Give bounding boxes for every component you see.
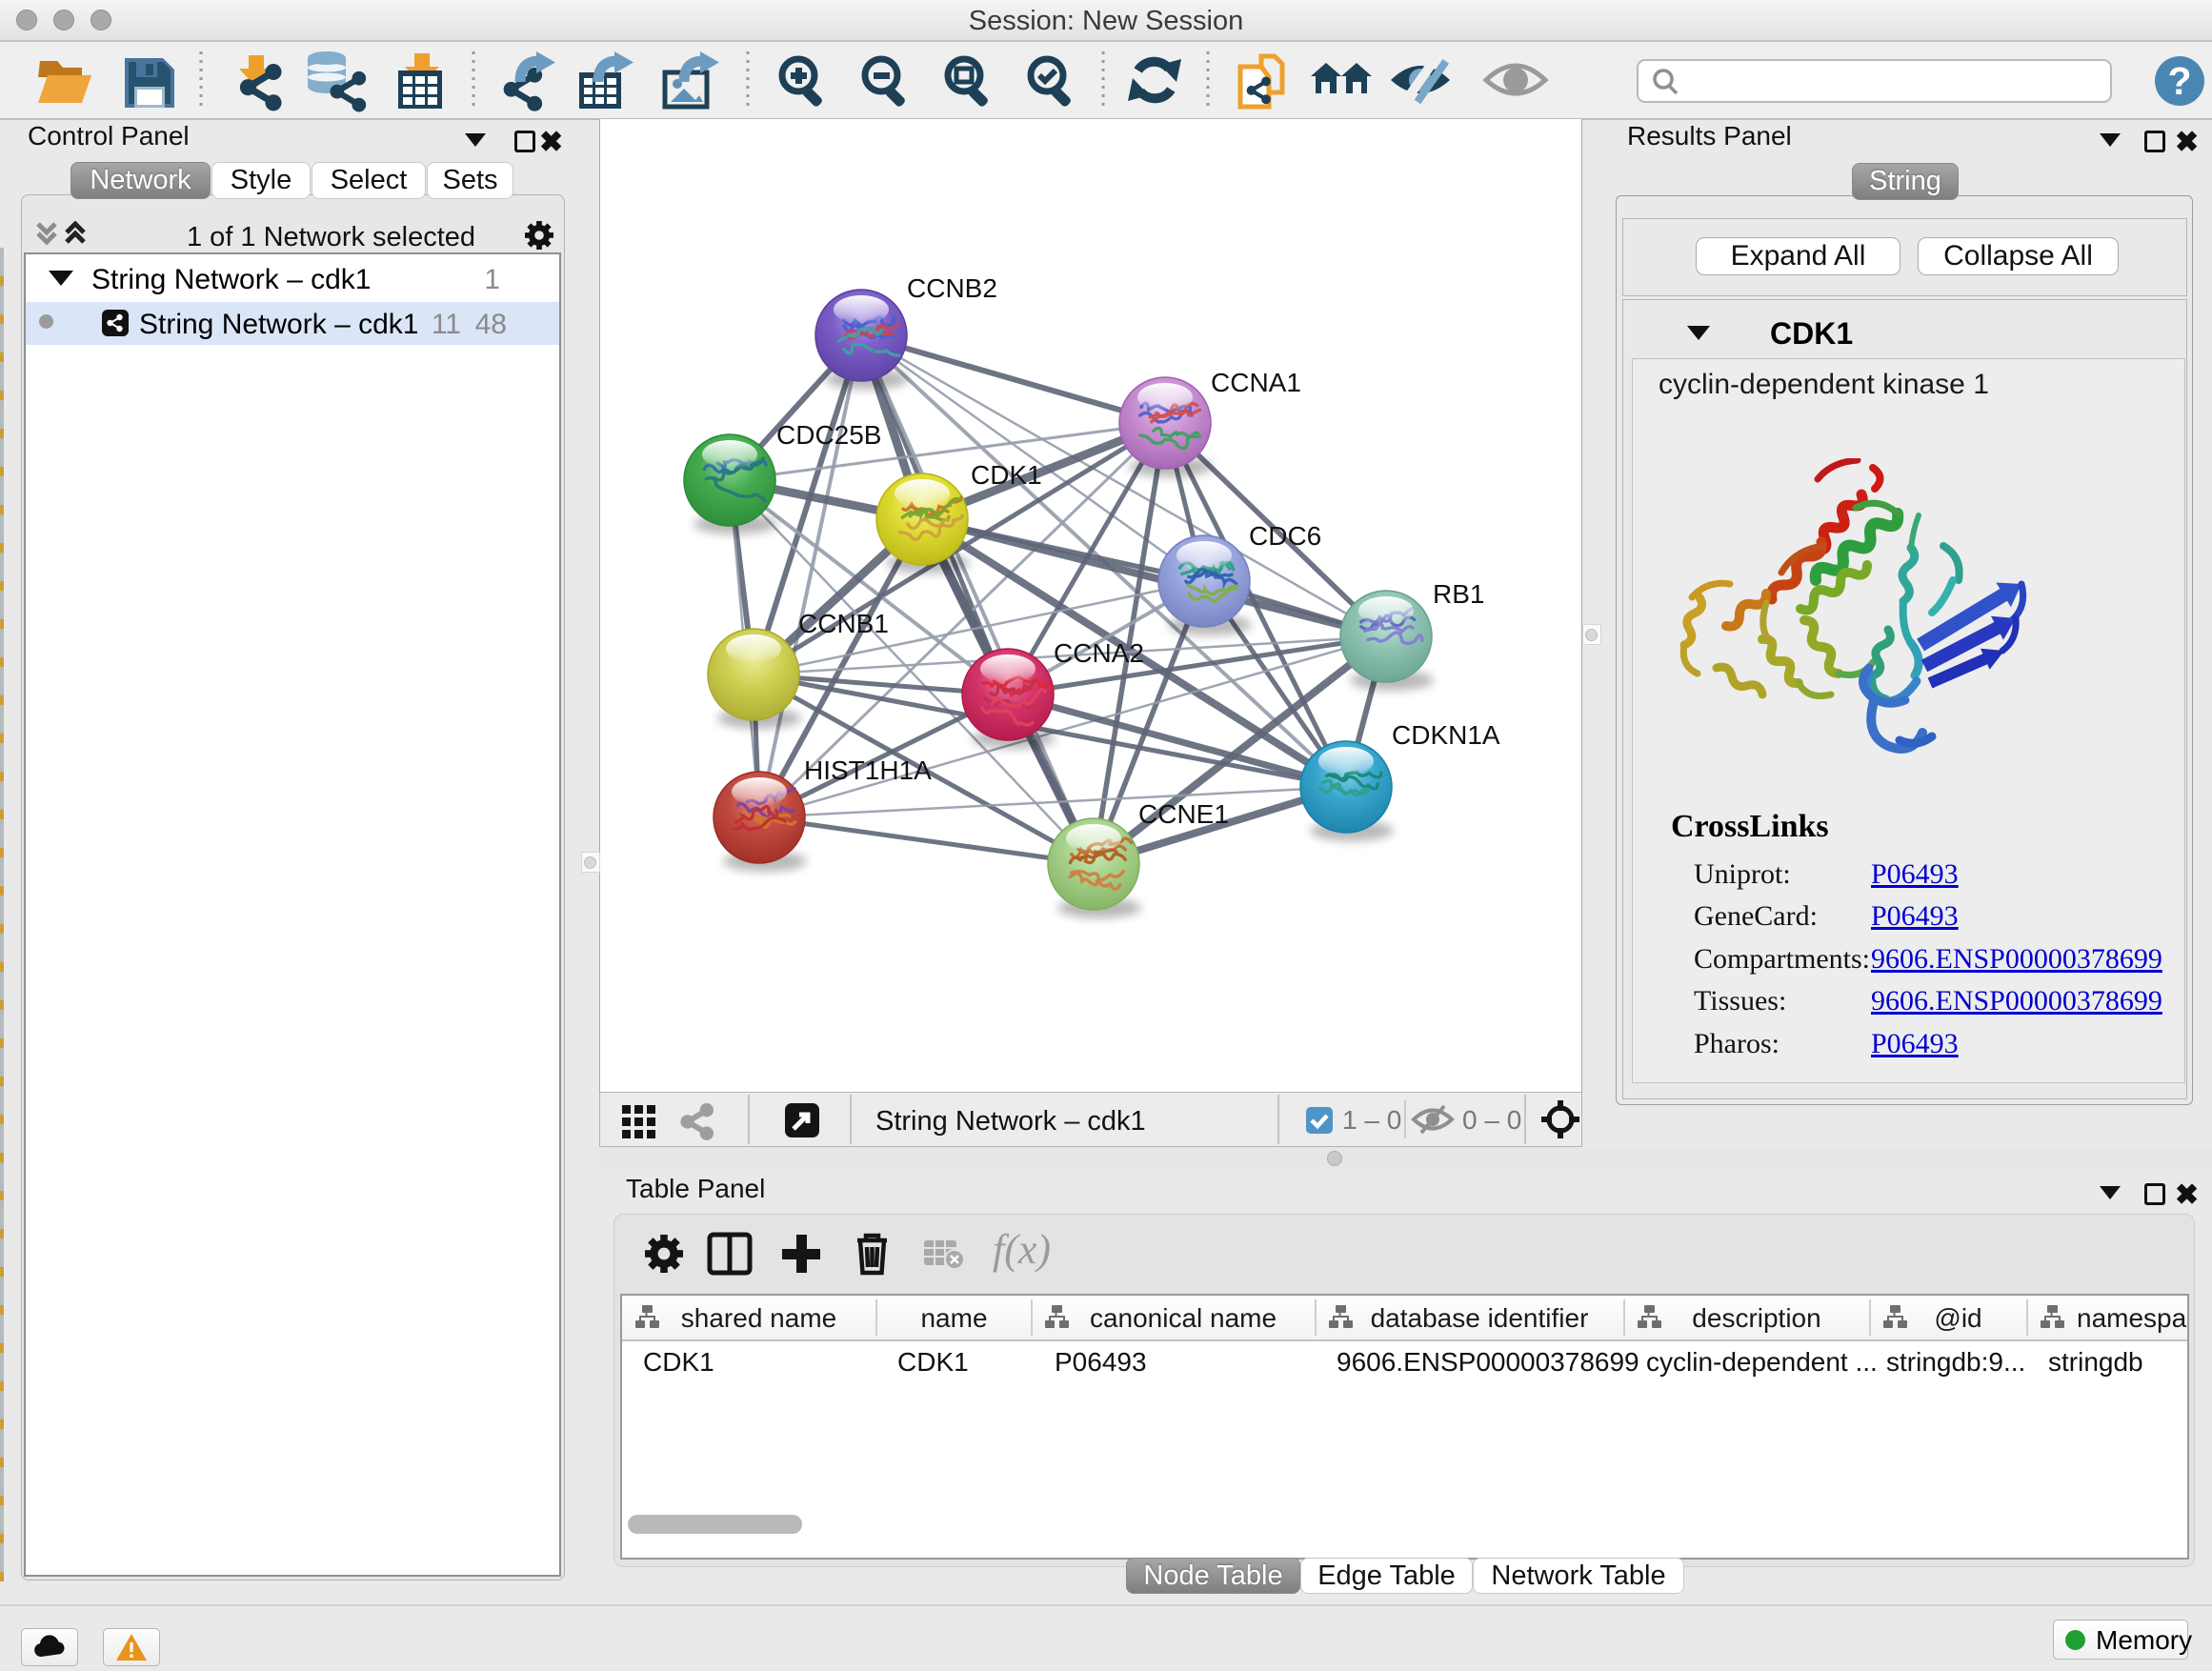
svg-text:namespac: namespac (2077, 1303, 2187, 1333)
svg-text:description: description (1692, 1303, 1820, 1333)
svg-text:HIST1H1A: HIST1H1A (804, 755, 932, 785)
svg-text:CCNA1: CCNA1 (1211, 368, 1301, 397)
svg-text:CDC25B: CDC25B (776, 420, 881, 450)
svg-text:database identifier: database identifier (1371, 1303, 1589, 1333)
svg-text:0 – 0: 0 – 0 (1462, 1105, 1521, 1135)
svg-text:canonical name: canonical name (1090, 1303, 1277, 1333)
svg-text:shared name: shared name (681, 1303, 836, 1333)
svg-text:CCNB1: CCNB1 (798, 609, 889, 638)
svg-text:CDC6: CDC6 (1249, 521, 1321, 551)
svg-text:String Network – cdk1: String Network – cdk1 (875, 1106, 1146, 1137)
svg-text:RB1: RB1 (1433, 579, 1484, 609)
svg-text:CCNB2: CCNB2 (907, 273, 997, 303)
svg-text:CDKN1A: CDKN1A (1392, 720, 1500, 750)
svg-text:CCNA2: CCNA2 (1054, 638, 1144, 668)
svg-text:name: name (920, 1303, 987, 1333)
svg-text:1 – 0: 1 – 0 (1342, 1105, 1401, 1135)
svg-text:@id: @id (1934, 1303, 1981, 1333)
svg-text:CDK1: CDK1 (971, 460, 1042, 490)
svg-text:f(x): f(x) (993, 1226, 1051, 1273)
svg-text:CCNE1: CCNE1 (1138, 799, 1229, 829)
